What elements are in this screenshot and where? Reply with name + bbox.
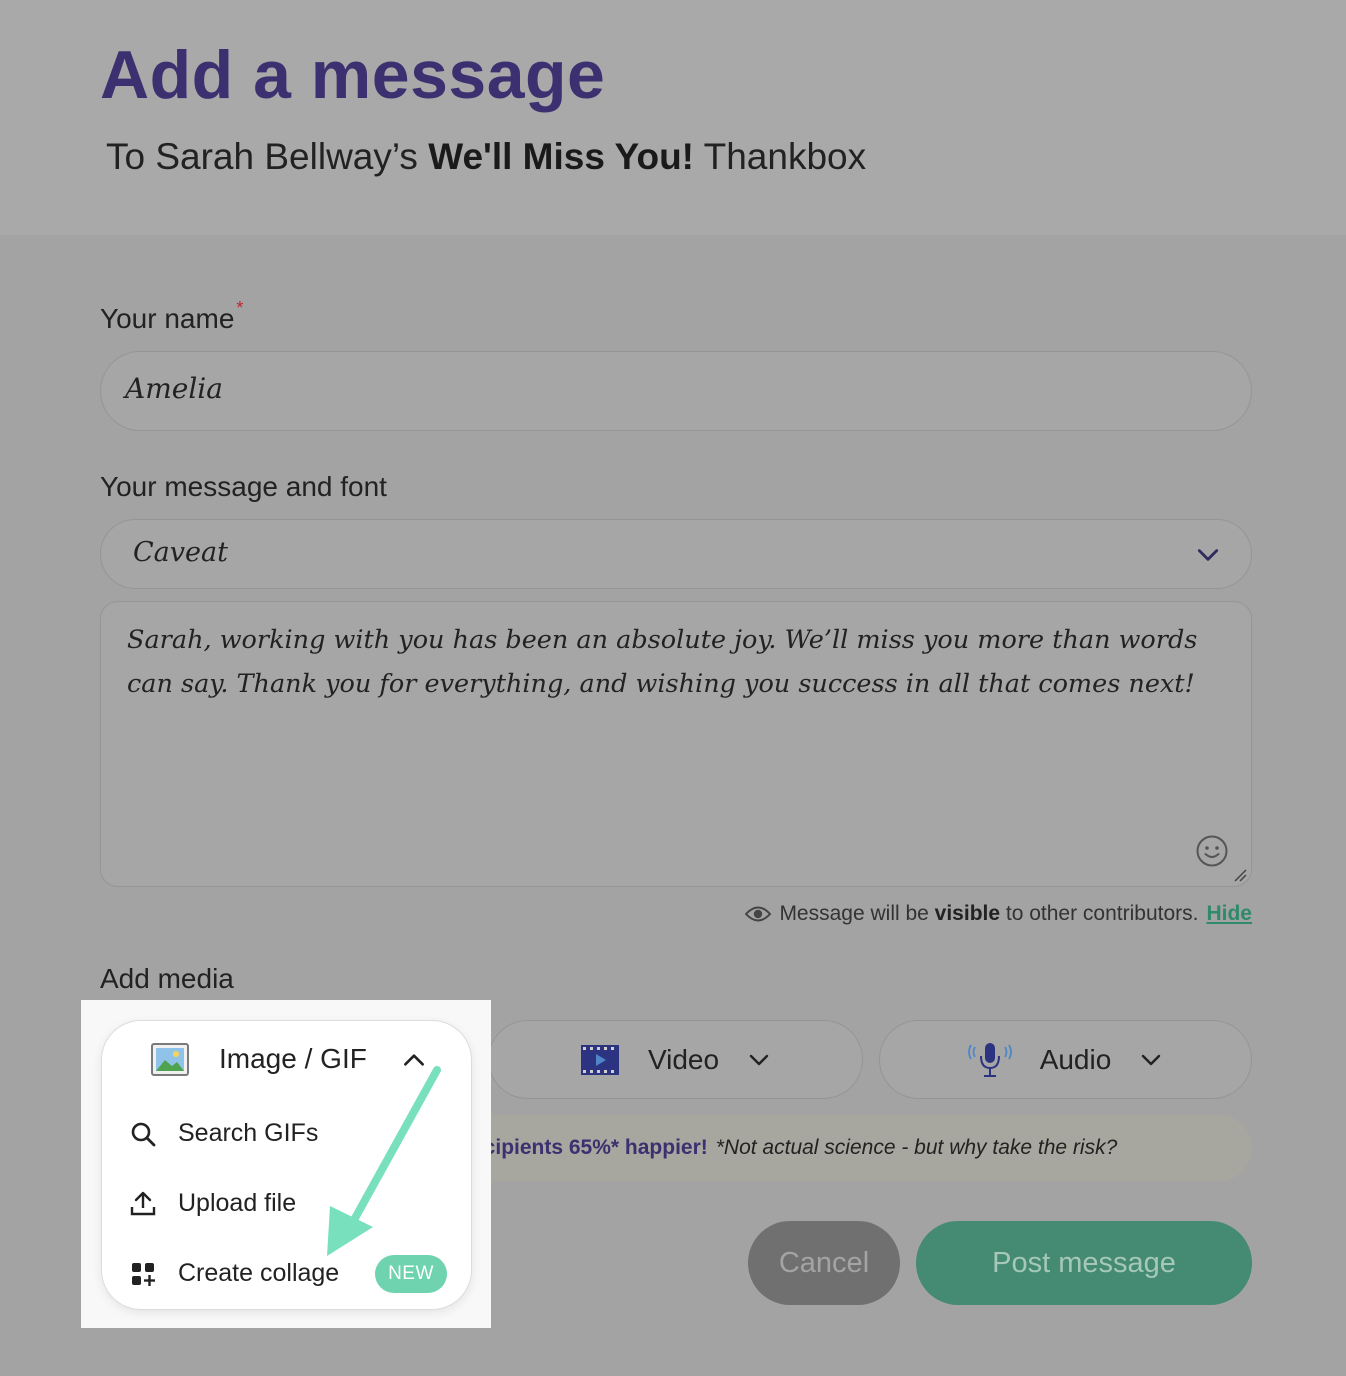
image-icon — [151, 1043, 189, 1076]
subtitle-prefix: To Sarah Bellway’s — [106, 136, 429, 177]
microphone-icon — [967, 1042, 1012, 1077]
hide-link[interactable]: Hide — [1206, 902, 1252, 926]
message-text: Sarah, working with you has been an abso… — [127, 625, 1198, 699]
promo-strong: ecipients 65%* happier! — [472, 1136, 708, 1159]
audio-label: Audio — [1039, 1043, 1112, 1075]
menu-item-label: Upload file — [178, 1189, 297, 1217]
visibility-text: Message will be visible to other contrib… — [779, 902, 1198, 926]
film-icon — [580, 1044, 619, 1075]
menu-item-search-gifs[interactable]: Search GIFs — [102, 1103, 473, 1163]
image-gif-label: Image / GIF — [219, 1043, 367, 1074]
collage-icon — [132, 1263, 155, 1286]
name-input[interactable]: Amelia — [100, 351, 1252, 431]
menu-item-label: Search GIFs — [178, 1119, 319, 1147]
menu-item-upload-file[interactable]: Upload file — [102, 1173, 473, 1233]
video-label: Video — [647, 1043, 720, 1075]
name-label: Your name * — [100, 298, 243, 335]
search-icon — [131, 1122, 156, 1147]
required-asterisk: * — [236, 298, 244, 318]
upload-icon — [130, 1191, 156, 1216]
font-select[interactable]: Caveat — [100, 519, 1252, 589]
message-textarea[interactable]: Sarah, working with you has been an abso… — [100, 601, 1252, 887]
visibility-note: Message will be visible to other contrib… — [745, 902, 1252, 926]
cancel-button[interactable]: Cancel — [748, 1221, 900, 1305]
emoji-icon[interactable] — [1195, 834, 1229, 868]
page-title: Add a message — [100, 37, 606, 113]
video-button[interactable]: Video — [488, 1020, 863, 1099]
new-badge: NEW — [375, 1255, 447, 1293]
chevron-down-icon — [1142, 1054, 1161, 1065]
eye-icon — [745, 906, 772, 922]
chevron-up-icon — [404, 1054, 424, 1066]
chevron-down-icon — [749, 1054, 769, 1065]
audio-button[interactable]: Audio — [879, 1020, 1252, 1099]
chevron-down-icon — [1197, 549, 1219, 561]
add-media-label: Add media — [100, 963, 234, 994]
promo-note: *Not actual science - but why take the r… — [715, 1136, 1118, 1159]
thankbox-title: We'll Miss You! — [428, 136, 694, 177]
promo-banner: ecipients 65%* happier! *Not actual scie… — [440, 1115, 1252, 1181]
font-select-value: Caveat — [133, 537, 228, 568]
image-gif-menu: Image / GIF Search GIFs Upload file Crea… — [101, 1020, 472, 1310]
page-subtitle: To Sarah Bellway’s We'll Miss You! Thank… — [106, 136, 866, 178]
name-input-value: Amelia — [125, 372, 223, 405]
visibility-suffix: to other contributors. — [1000, 902, 1199, 925]
visibility-state: visible — [934, 902, 1001, 925]
subtitle-suffix: Thankbox — [694, 136, 867, 177]
name-label-text: Your name — [100, 303, 235, 334]
menu-item-label: Create collage — [178, 1259, 340, 1287]
image-gif-button[interactable]: Image / GIF — [102, 1021, 473, 1099]
visibility-prefix: Message will be — [779, 902, 935, 925]
resize-handle-icon[interactable] — [1233, 868, 1247, 882]
message-label: Your message and font — [100, 471, 387, 502]
menu-item-create-collage[interactable]: Create collage NEW — [102, 1243, 473, 1303]
post-message-button[interactable]: Post message — [916, 1221, 1252, 1305]
